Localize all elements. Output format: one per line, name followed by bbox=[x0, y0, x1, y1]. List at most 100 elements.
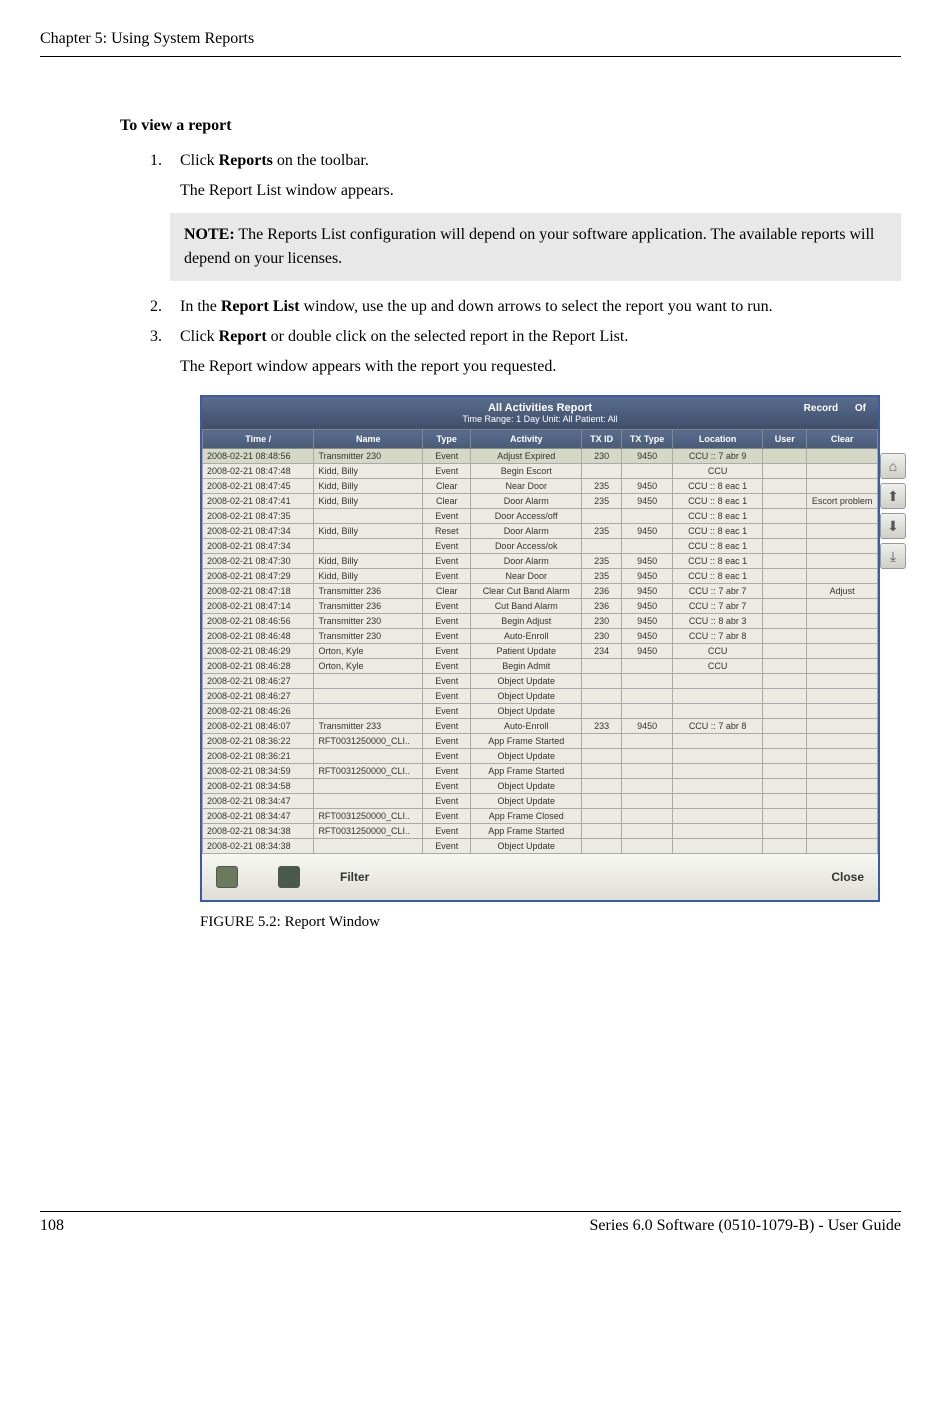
cell-txtype bbox=[622, 734, 673, 749]
table-row[interactable]: 2008-02-21 08:47:34EventDoor Access/okCC… bbox=[203, 539, 878, 554]
cell-location: CCU :: 8 eac 1 bbox=[672, 569, 762, 584]
cell-time: 2008-02-21 08:46:27 bbox=[203, 674, 314, 689]
cell-clear bbox=[807, 764, 878, 779]
cell-location: CCU :: 8 eac 1 bbox=[672, 554, 762, 569]
end-icon[interactable]: ⤓ bbox=[880, 543, 906, 569]
cell-txtype: 9450 bbox=[622, 569, 673, 584]
table-row[interactable]: 2008-02-21 08:47:34Kidd, BillyResetDoor … bbox=[203, 524, 878, 539]
close-button[interactable]: Close bbox=[831, 870, 864, 884]
step-bold: Reports bbox=[219, 152, 273, 169]
col-time-header[interactable]: Time / bbox=[203, 430, 314, 449]
table-row[interactable]: 2008-02-21 08:34:58EventObject Update bbox=[203, 779, 878, 794]
col-location-header[interactable]: Location bbox=[672, 430, 762, 449]
cell-activity: Near Door bbox=[471, 569, 582, 584]
step-1: 1. Click Reports on the toolbar. The Rep… bbox=[150, 149, 901, 203]
cell-user bbox=[763, 734, 807, 749]
table-row[interactable]: 2008-02-21 08:47:48Kidd, BillyEventBegin… bbox=[203, 464, 878, 479]
table-row[interactable]: 2008-02-21 08:46:26EventObject Update bbox=[203, 704, 878, 719]
table-row[interactable]: 2008-02-21 08:46:28Orton, KyleEventBegin… bbox=[203, 659, 878, 674]
cell-user bbox=[763, 704, 807, 719]
cell-txid bbox=[582, 764, 622, 779]
save-icon[interactable] bbox=[278, 866, 300, 888]
table-row[interactable]: 2008-02-21 08:46:27EventObject Update bbox=[203, 689, 878, 704]
cell-txtype bbox=[622, 809, 673, 824]
table-row[interactable]: 2008-02-21 08:36:22RFT0031250000_CLI..Ev… bbox=[203, 734, 878, 749]
table-row[interactable]: 2008-02-21 08:34:47EventObject Update bbox=[203, 794, 878, 809]
cell-time: 2008-02-21 08:47:35 bbox=[203, 509, 314, 524]
table-row[interactable]: 2008-02-21 08:47:29Kidd, BillyEventNear … bbox=[203, 569, 878, 584]
table-row[interactable]: 2008-02-21 08:34:38EventObject Update bbox=[203, 839, 878, 854]
cell-activity: Object Update bbox=[471, 689, 582, 704]
cell-location: CCU bbox=[672, 644, 762, 659]
cell-txid bbox=[582, 794, 622, 809]
col-txtype-header[interactable]: TX Type bbox=[622, 430, 673, 449]
col-txid-header[interactable]: TX ID bbox=[582, 430, 622, 449]
cell-location: CCU :: 7 abr 7 bbox=[672, 584, 762, 599]
arrow-up-icon[interactable]: ⬆ bbox=[880, 483, 906, 509]
filter-button[interactable]: Filter bbox=[340, 870, 369, 884]
cell-type: Event bbox=[423, 824, 471, 839]
cell-clear bbox=[807, 689, 878, 704]
arrow-down-icon[interactable]: ⬇ bbox=[880, 513, 906, 539]
table-row[interactable]: 2008-02-21 08:46:56Transmitter 230EventB… bbox=[203, 614, 878, 629]
table-row[interactable]: 2008-02-21 08:47:41Kidd, BillyClearDoor … bbox=[203, 494, 878, 509]
col-clear-header[interactable]: Clear bbox=[807, 430, 878, 449]
cell-txid bbox=[582, 839, 622, 854]
cell-type: Event bbox=[423, 734, 471, 749]
report-table: Time / Name Type Activity TX ID TX Type … bbox=[202, 429, 878, 854]
report-title: All Activities Report bbox=[202, 402, 878, 414]
step-text-pre: Click bbox=[180, 328, 219, 345]
col-activity-header[interactable]: Activity bbox=[471, 430, 582, 449]
table-row[interactable]: 2008-02-21 08:46:29Orton, KyleEventPatie… bbox=[203, 644, 878, 659]
cell-activity: Object Update bbox=[471, 839, 582, 854]
print-icon[interactable] bbox=[216, 866, 238, 888]
cell-time: 2008-02-21 08:47:45 bbox=[203, 479, 314, 494]
note-text: The Reports List configuration will depe… bbox=[184, 226, 874, 267]
cell-activity: Door Alarm bbox=[471, 494, 582, 509]
cell-txid: 235 bbox=[582, 494, 622, 509]
cell-txid: 230 bbox=[582, 629, 622, 644]
table-row[interactable]: 2008-02-21 08:34:59RFT0031250000_CLI..Ev… bbox=[203, 764, 878, 779]
table-row[interactable]: 2008-02-21 08:34:38RFT0031250000_CLI..Ev… bbox=[203, 824, 878, 839]
col-name-header[interactable]: Name bbox=[314, 430, 423, 449]
cell-name bbox=[314, 674, 423, 689]
record-button[interactable]: Record bbox=[804, 403, 838, 414]
cell-txtype: 9450 bbox=[622, 524, 673, 539]
table-row[interactable]: 2008-02-21 08:47:14Transmitter 236EventC… bbox=[203, 599, 878, 614]
col-user-header[interactable]: User bbox=[763, 430, 807, 449]
of-button[interactable]: Of bbox=[855, 403, 866, 414]
table-row[interactable]: 2008-02-21 08:46:07Transmitter 233EventA… bbox=[203, 719, 878, 734]
table-row[interactable]: 2008-02-21 08:48:56Transmitter 230EventA… bbox=[203, 449, 878, 464]
cell-clear bbox=[807, 704, 878, 719]
cell-name: Transmitter 230 bbox=[314, 629, 423, 644]
cell-txtype: 9450 bbox=[622, 554, 673, 569]
table-row[interactable]: 2008-02-21 08:47:18Transmitter 236ClearC… bbox=[203, 584, 878, 599]
cell-name: Transmitter 230 bbox=[314, 449, 423, 464]
cell-type: Event bbox=[423, 614, 471, 629]
page-number: 108 bbox=[40, 1217, 64, 1235]
cell-type: Event bbox=[423, 779, 471, 794]
cell-time: 2008-02-21 08:36:21 bbox=[203, 749, 314, 764]
table-row[interactable]: 2008-02-21 08:47:35EventDoor Access/offC… bbox=[203, 509, 878, 524]
cell-type: Event bbox=[423, 554, 471, 569]
table-row[interactable]: 2008-02-21 08:34:47RFT0031250000_CLI..Ev… bbox=[203, 809, 878, 824]
step-body: In the Report List window, use the up an… bbox=[180, 295, 901, 319]
cell-time: 2008-02-21 08:34:58 bbox=[203, 779, 314, 794]
table-row[interactable]: 2008-02-21 08:36:21EventObject Update bbox=[203, 749, 878, 764]
cell-name bbox=[314, 794, 423, 809]
cell-activity: Door Alarm bbox=[471, 524, 582, 539]
home-icon[interactable]: ⌂ bbox=[880, 453, 906, 479]
table-row[interactable]: 2008-02-21 08:46:27EventObject Update bbox=[203, 674, 878, 689]
cell-clear bbox=[807, 464, 878, 479]
table-row[interactable]: 2008-02-21 08:47:30Kidd, BillyEventDoor … bbox=[203, 554, 878, 569]
cell-type: Clear bbox=[423, 494, 471, 509]
cell-txid: 235 bbox=[582, 554, 622, 569]
cell-txid bbox=[582, 464, 622, 479]
cell-clear bbox=[807, 794, 878, 809]
col-type-header[interactable]: Type bbox=[423, 430, 471, 449]
cell-activity: App Frame Started bbox=[471, 824, 582, 839]
table-row[interactable]: 2008-02-21 08:46:48Transmitter 230EventA… bbox=[203, 629, 878, 644]
section-title: To view a report bbox=[120, 117, 901, 135]
table-row[interactable]: 2008-02-21 08:47:45Kidd, BillyClearNear … bbox=[203, 479, 878, 494]
cell-location bbox=[672, 809, 762, 824]
